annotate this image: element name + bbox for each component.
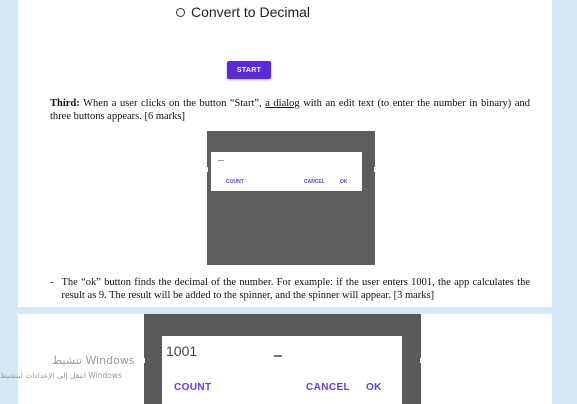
- third-text-1: When a user clicks on the button “Start”…: [79, 98, 266, 109]
- bullet-text: The “ok” button finds the decimal of the…: [61, 277, 531, 301]
- resize-handle-left: [142, 358, 145, 363]
- dialog-large: 1001 COUNT CANCEL OK: [162, 336, 402, 404]
- left-margin: [0, 0, 18, 404]
- count-button[interactable]: COUNT: [174, 382, 212, 393]
- count-button[interactable]: COUNT: [226, 179, 244, 185]
- start-button[interactable]: START: [227, 61, 271, 79]
- radio-option[interactable]: Convert to Decimal: [176, 4, 310, 20]
- dialog-screenshot-small: COUNT CANCEL OK: [205, 131, 377, 265]
- third-heading: Third:: [50, 98, 80, 109]
- cancel-button[interactable]: CANCEL: [304, 179, 325, 185]
- resize-handle-right: [420, 358, 423, 363]
- ok-button[interactable]: OK: [340, 179, 348, 185]
- bullet-marker: -: [50, 277, 54, 288]
- radio-option-label: Convert to Decimal: [191, 4, 311, 20]
- radio-circle-icon[interactable]: [176, 7, 185, 17]
- edit-text-field[interactable]: [218, 160, 224, 161]
- resize-handle-right: [374, 167, 377, 172]
- dialog-screenshot-large: 1001 COUNT CANCEL OK: [142, 314, 423, 404]
- cancel-button[interactable]: CANCEL: [306, 382, 350, 393]
- watermark-line-1: تنشيط Windows: [52, 354, 135, 367]
- ok-button[interactable]: OK: [366, 382, 382, 393]
- dialog-small: COUNT CANCEL OK: [211, 152, 362, 191]
- third-paragraph: Third: When a user clicks on the button …: [50, 97, 530, 123]
- bullet-item: - The “ok” button finds the decimal of t…: [50, 276, 530, 302]
- text-cursor: [274, 355, 282, 357]
- watermark-line-2: انتقل إلى الإعدادات لتنشيط Windows: [0, 371, 122, 380]
- resize-handle-left: [205, 167, 208, 172]
- binary-input-value[interactable]: 1001: [166, 343, 197, 359]
- right-scroll-area: [552, 0, 577, 404]
- dialog-link: a dialog: [265, 98, 300, 109]
